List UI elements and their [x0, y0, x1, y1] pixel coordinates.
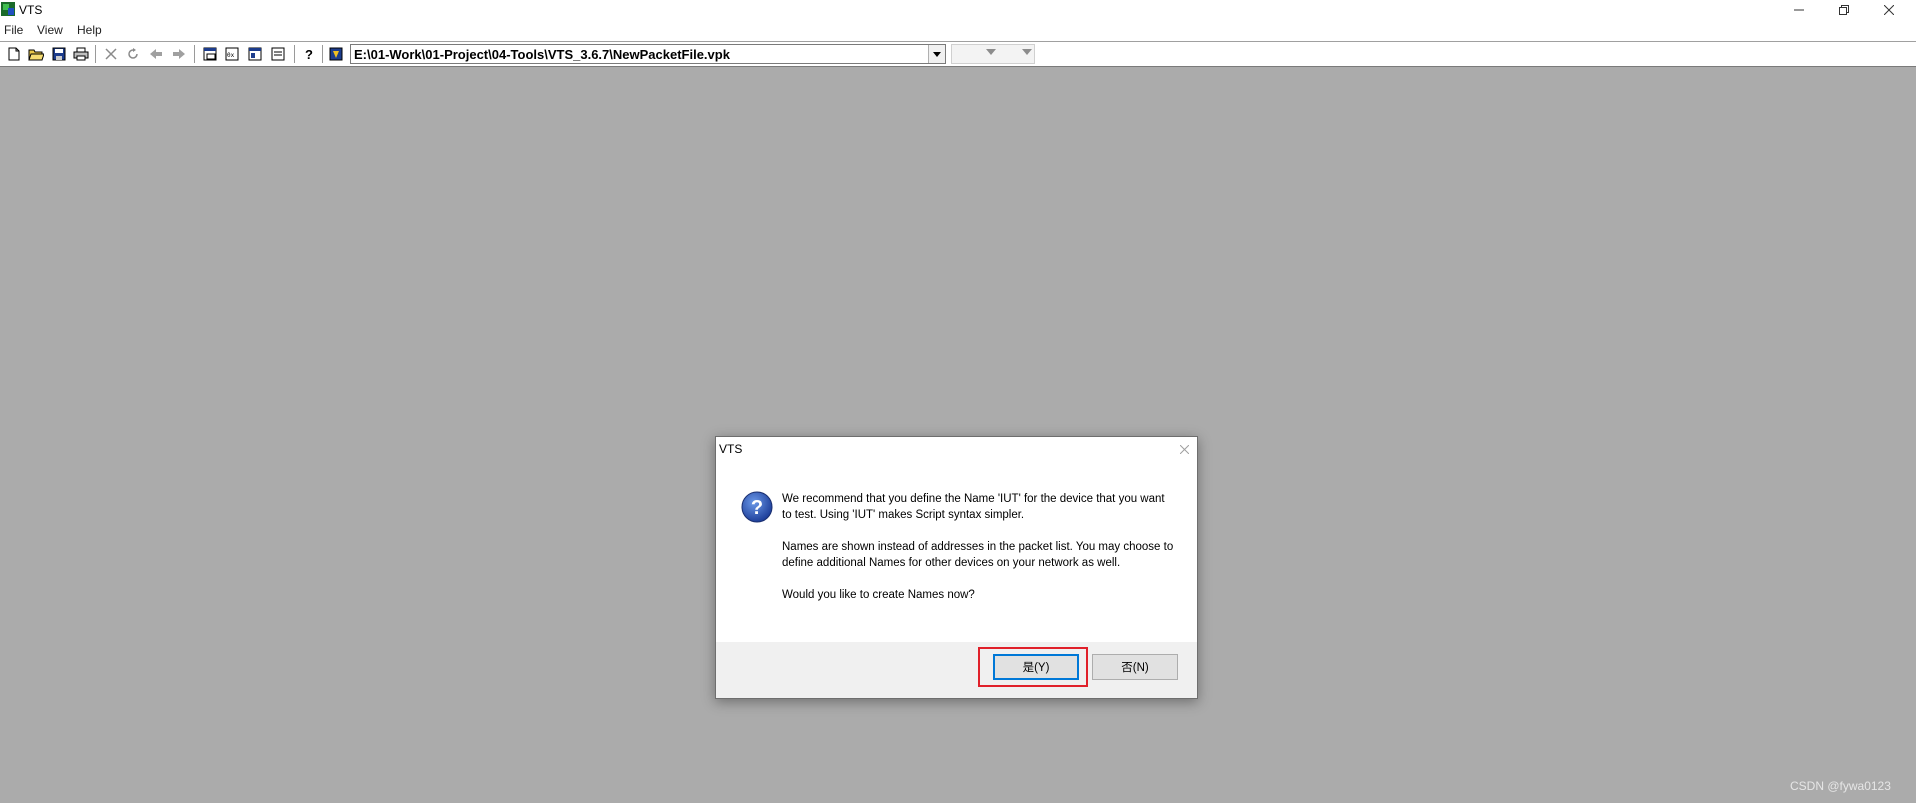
toolbar-separator	[322, 45, 324, 63]
question-icon: ?	[741, 491, 773, 523]
minimize-button[interactable]	[1776, 0, 1821, 20]
refresh-icon	[128, 48, 138, 59]
create-names-dialog: VTS ? We recommend that you define the N…	[715, 436, 1198, 699]
chevron-down-icon	[933, 51, 941, 57]
svg-text:?: ?	[751, 497, 763, 519]
message-paragraph: We recommend that you define the Name 'I…	[782, 493, 1165, 521]
no-button[interactable]: 否(N)	[1092, 654, 1178, 680]
toolbar-separator	[194, 45, 196, 63]
delete-x-icon	[105, 48, 117, 60]
toolbar: 0x ? E:\01-Work\01-Project\04-Tools\VTS_…	[0, 41, 1916, 67]
open-file-button[interactable]	[26, 45, 46, 63]
secondary-combo[interactable]	[951, 44, 1035, 64]
toolbar-separator	[294, 45, 296, 63]
back-button[interactable]	[146, 45, 166, 63]
save-button[interactable]	[49, 45, 69, 63]
new-file-button[interactable]	[4, 45, 24, 63]
message-paragraph: Names are shown instead of addresses in …	[782, 541, 1174, 569]
window-list-icon	[203, 47, 217, 61]
menu-view[interactable]: View	[35, 23, 65, 37]
message-paragraph: Would you like to create Names now?	[782, 589, 975, 601]
menu-file[interactable]: File	[2, 23, 25, 37]
dialog-title: VTS	[719, 442, 743, 456]
chevron-down-icon	[1022, 49, 1032, 55]
view-hex-button[interactable]: 0x	[222, 45, 242, 63]
help-pointer-icon: ?	[305, 47, 313, 61]
view-packets-button[interactable]	[200, 45, 220, 63]
restore-icon	[1838, 5, 1849, 15]
delete-button[interactable]	[101, 45, 121, 63]
hex-view-icon: 0x	[225, 47, 239, 61]
dialog-button-bar: 是(Y) 否(N)	[716, 642, 1197, 698]
window-title: VTS	[19, 3, 43, 17]
printer-icon	[73, 47, 89, 61]
packet-file-path: E:\01-Work\01-Project\04-Tools\VTS_3.6.7…	[354, 47, 730, 62]
detail-view-icon	[248, 47, 262, 61]
close-icon	[1883, 5, 1894, 15]
menu-help[interactable]: Help	[75, 23, 104, 37]
toolbar-separator	[95, 45, 97, 63]
arrow-right-icon	[173, 49, 185, 59]
watermark: CSDN @fywa0123	[1790, 779, 1891, 793]
script-icon	[329, 47, 343, 61]
print-button[interactable]	[71, 45, 91, 63]
dialog-message: We recommend that you define the Name 'I…	[782, 491, 1177, 619]
yes-button[interactable]: 是(Y)	[993, 654, 1079, 680]
minimize-icon	[1793, 9, 1804, 11]
close-icon	[1179, 444, 1190, 455]
summary-view-icon	[271, 47, 285, 61]
menu-bar: File View Help	[0, 20, 1916, 41]
title-bar: VTS	[0, 0, 1916, 20]
help-button[interactable]: ?	[299, 45, 319, 63]
close-button[interactable]	[1866, 0, 1911, 20]
dialog-close-button[interactable]	[1179, 442, 1190, 457]
new-file-icon	[8, 47, 20, 61]
packet-file-combo[interactable]: E:\01-Work\01-Project\04-Tools\VTS_3.6.7…	[350, 44, 946, 64]
view-summary-button[interactable]	[268, 45, 288, 63]
view-detail-button[interactable]	[245, 45, 265, 63]
restore-button[interactable]	[1821, 0, 1866, 20]
script-button[interactable]	[326, 45, 346, 63]
refresh-button[interactable]	[123, 45, 143, 63]
svg-text:0x: 0x	[227, 52, 235, 59]
forward-button[interactable]	[169, 45, 189, 63]
save-icon	[52, 47, 66, 61]
svg-text:?: ?	[305, 47, 313, 61]
arrow-left-icon	[150, 49, 162, 59]
vts-app-icon	[1, 2, 15, 16]
path-dropdown-button[interactable]	[928, 45, 945, 63]
chevron-down-icon	[986, 49, 996, 55]
open-folder-icon	[28, 49, 44, 61]
